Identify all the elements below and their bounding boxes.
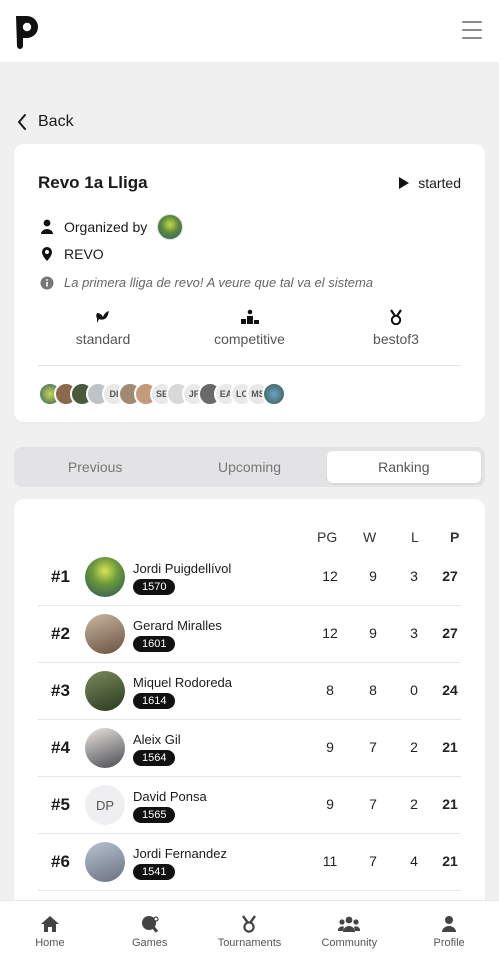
mode-competitive: competitive [185,309,315,347]
avatar [85,671,125,711]
play-icon [399,177,410,189]
ranking-row[interactable]: #6 Jordi Fernandez 1541 11 7 4 21 [38,834,461,891]
card-divider [38,365,461,366]
participant-avatar [262,382,286,406]
app-logo[interactable] [13,13,43,54]
location-pin-icon [42,247,52,261]
podium-icon [240,309,259,324]
nav-community[interactable]: Community [299,901,399,962]
tab-ranking[interactable]: Ranking [326,451,481,483]
organizer-avatar[interactable] [157,214,184,240]
bird-icon [96,311,109,323]
player-name: Jordi Fernandez [133,846,227,861]
back-button[interactable]: Back [16,113,74,131]
avatar [85,728,125,768]
nav-home[interactable]: Home [0,901,100,962]
bottom-navigation: Home Games Tournaments Community Profile [0,900,499,962]
location-text: REVO [64,246,104,262]
back-label: Back [38,113,74,130]
ranking-row[interactable]: #5 DP David Ponsa 1565 9 7 2 21 [38,777,461,834]
participants-avatar-stack[interactable]: DI SE JF EA LC MS [38,382,286,406]
player-name: David Ponsa [133,789,207,804]
medal-icon [390,309,402,325]
player-name: Aleix Gil [133,732,181,747]
mode-standard: standard [38,309,168,347]
tab-upcoming[interactable]: Upcoming [172,451,326,483]
ranking-row[interactable]: #2 Gerard Miralles 1601 12 9 3 27 [38,606,461,663]
elo-badge: 1541 [133,864,176,880]
mode-list: standard competitive bestof3 [38,309,461,347]
home-icon [40,915,59,932]
nav-profile[interactable]: Profile [399,901,499,962]
location-row: REVO [40,246,104,262]
column-header-l: L [411,529,419,545]
avatar: DP [85,785,125,825]
top-app-bar [0,0,499,62]
mode-bestof3: bestof3 [331,309,461,347]
elo-badge: 1565 [133,807,176,823]
tournament-title: Revo 1a Lliga [38,173,148,192]
group-icon [338,916,361,932]
avatar [85,557,125,597]
status-text: started [418,175,461,191]
segmented-tabs: Previous Upcoming Ranking [14,447,485,487]
column-header-w: W [363,529,377,545]
nav-games[interactable]: Games [100,901,200,962]
nav-tournaments[interactable]: Tournaments [200,901,300,962]
elo-badge: 1614 [133,693,176,709]
ranking-row[interactable]: #3 Miquel Rodoreda 1614 8 8 0 24 [38,663,461,720]
ranking-card: PG W L P #1 Jordi Puigdellívol 1570 12 9… [14,499,485,919]
elo-badge: 1564 [133,750,176,766]
paddle-icon [141,915,159,933]
player-name: Gerard Miralles [133,618,222,633]
column-header-p: P [450,529,460,545]
description-text: La primera lliga de revo! A veure que ta… [64,275,374,290]
status-badge: started [398,175,461,191]
tab-previous[interactable]: Previous [18,451,172,483]
tournament-card: Revo 1a Lliga started Organized by REVO … [14,144,485,422]
user-icon [442,915,457,932]
elo-badge: 1601 [133,636,176,652]
logo-icon [16,16,38,49]
avatar [85,842,125,882]
medal-icon [242,914,257,933]
info-icon [40,276,54,289]
ranking-row[interactable]: #4 Aleix Gil 1564 9 7 2 21 [38,720,461,777]
organized-by-label: Organized by [64,219,148,235]
ranking-row[interactable]: #1 Jordi Puigdellívol 1570 12 9 3 27 [38,549,461,606]
organizer-row: Organized by [40,214,184,240]
chevron-left-icon [18,114,26,130]
organizer-icon [41,219,53,234]
description-row: La primera lliga de revo! A veure que ta… [40,275,373,290]
avatar [85,614,125,654]
elo-badge: 1570 [133,579,176,595]
player-name: Jordi Puigdellívol [133,561,232,576]
player-name: Miquel Rodoreda [133,675,233,690]
column-header-pg: PG [317,529,338,545]
hamburger-menu-button[interactable] [462,21,482,39]
